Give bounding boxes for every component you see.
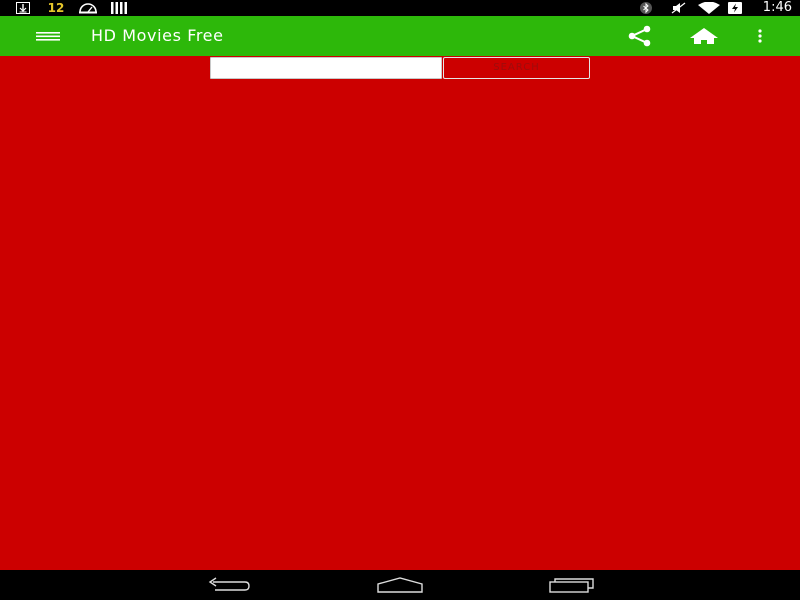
share-icon[interactable] bbox=[622, 24, 658, 48]
battery-charging-icon bbox=[728, 2, 742, 14]
speedometer-icon bbox=[79, 3, 97, 14]
notification-badge: 12 bbox=[47, 1, 65, 15]
mute-icon bbox=[671, 2, 686, 14]
back-icon[interactable] bbox=[205, 576, 253, 594]
app-bar: HD Movies Free bbox=[0, 16, 800, 56]
content-area: SEARCH bbox=[0, 56, 800, 570]
app-title: HD Movies Free bbox=[91, 26, 224, 45]
navigation-bar bbox=[0, 570, 800, 600]
overflow-menu-icon[interactable] bbox=[748, 24, 772, 48]
recents-icon[interactable] bbox=[547, 576, 597, 594]
bluetooth-icon bbox=[640, 2, 652, 14]
home-icon[interactable] bbox=[686, 24, 722, 48]
phone-screen: 12 1:46 HD Movies Free SEARCH bbox=[0, 0, 800, 600]
download-icon bbox=[16, 2, 30, 14]
wifi-icon bbox=[698, 2, 720, 14]
search-button[interactable]: SEARCH bbox=[443, 57, 590, 79]
search-input[interactable] bbox=[210, 57, 442, 79]
status-bar: 12 1:46 bbox=[0, 0, 800, 16]
home-icon[interactable] bbox=[375, 576, 425, 594]
menu-icon[interactable] bbox=[30, 24, 66, 48]
signal-bars-icon bbox=[111, 2, 127, 14]
status-time: 1:46 bbox=[762, 0, 792, 15]
